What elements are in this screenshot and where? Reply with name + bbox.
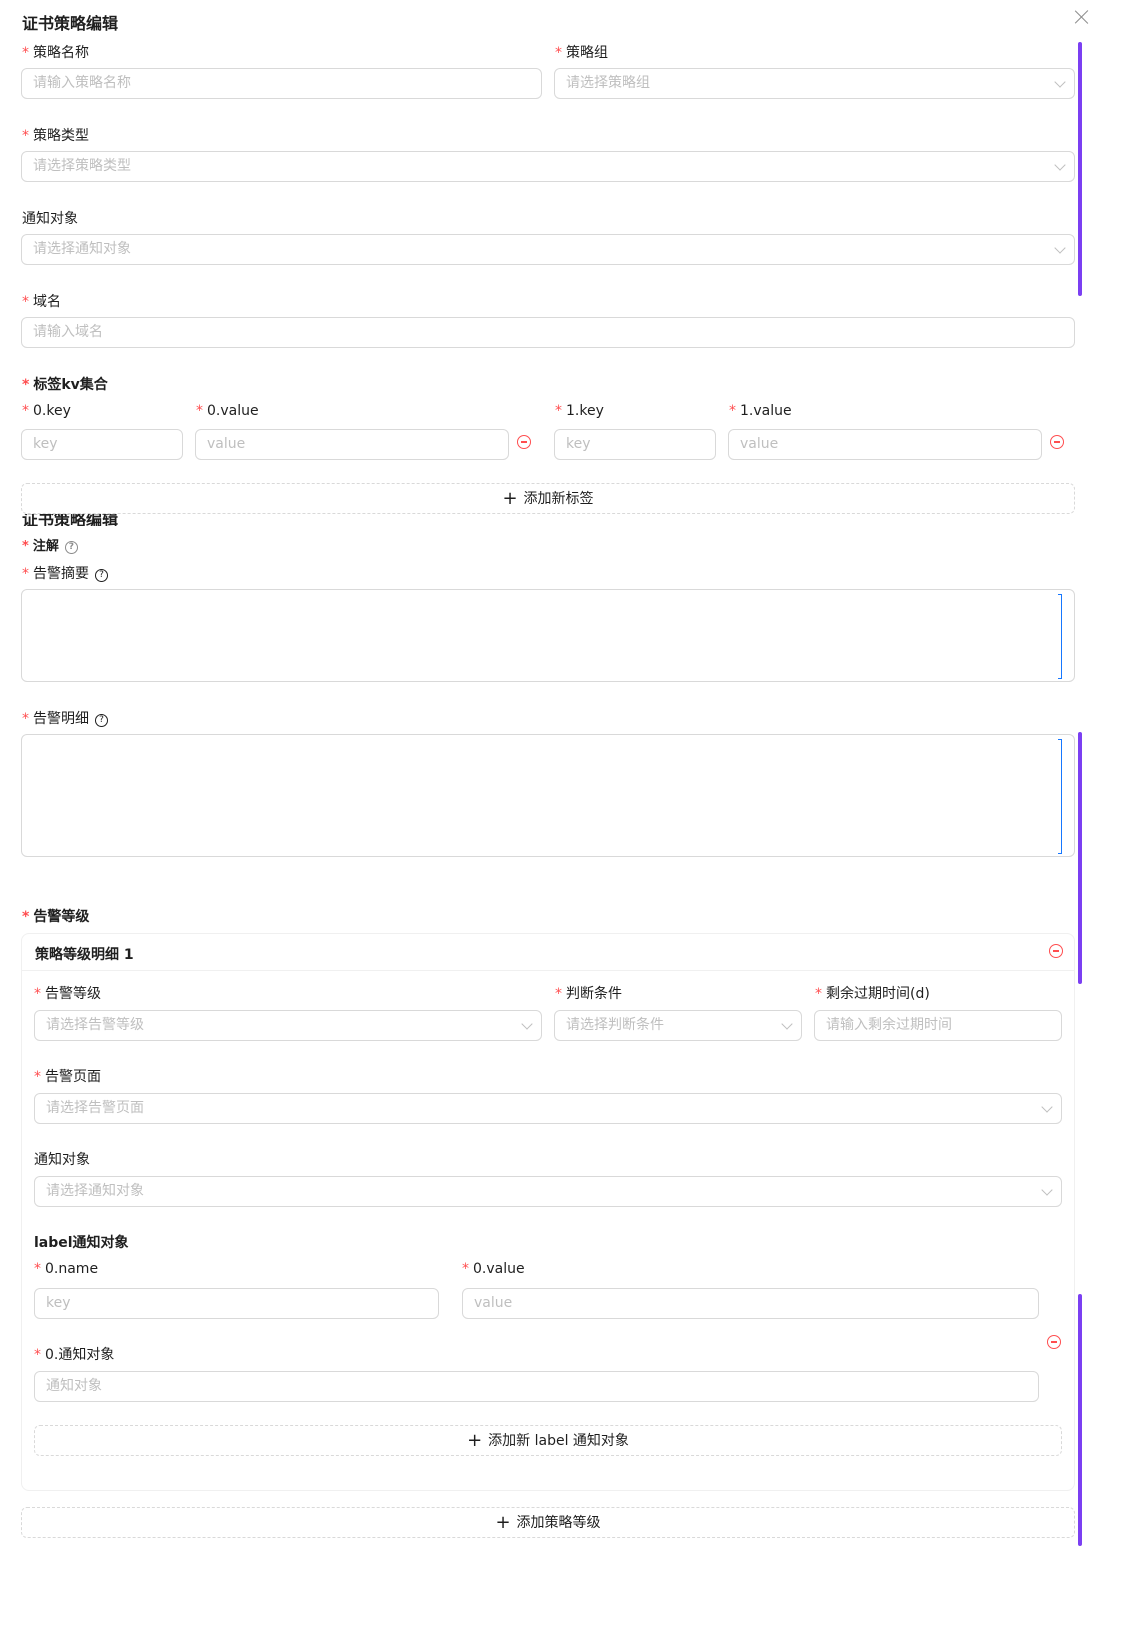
dialog-title: 证书策略编辑 bbox=[22, 14, 119, 33]
ghost-title: 证书策略编辑 bbox=[22, 514, 119, 526]
domain-input[interactable]: 请输入域名 bbox=[21, 317, 1075, 348]
question-icon[interactable]: ? bbox=[95, 569, 108, 582]
chevron-down-icon bbox=[521, 1018, 533, 1030]
add-label-notify-button[interactable]: + 添加新 label 通知对象 bbox=[34, 1425, 1062, 1456]
kv-1-value-label: * 1.value bbox=[729, 403, 792, 419]
remove-kv-0-icon[interactable] bbox=[517, 435, 531, 449]
kv-0-value-label: * 0.value bbox=[196, 403, 259, 419]
annotations-label: * 注解? bbox=[22, 535, 78, 554]
notify-target-select[interactable]: 请选择通知对象 bbox=[21, 234, 1075, 265]
plus-icon: + bbox=[467, 1430, 483, 1451]
remove-level-icon[interactable] bbox=[1049, 944, 1063, 958]
domain-label: * 域名 bbox=[22, 294, 61, 310]
kv-1-key-label: * 1.key bbox=[555, 403, 604, 419]
alert-level-label: * 告警等级 bbox=[34, 986, 101, 1002]
kv-0-key-input[interactable]: key bbox=[21, 429, 183, 460]
alert-page-select[interactable]: 请选择告警页面 bbox=[34, 1093, 1062, 1124]
strategy-name-label: * 策略名称 bbox=[22, 45, 89, 61]
strategy-type-select[interactable]: 请选择策略类型 bbox=[21, 151, 1075, 182]
level-card-title: 策略等级明细 1 bbox=[35, 947, 134, 963]
label-notify-value-input[interactable]: value bbox=[462, 1288, 1039, 1319]
text-cursor bbox=[1058, 739, 1062, 854]
alert-summary-label: * 告警摘要? bbox=[22, 563, 108, 583]
remove-label-notify-icon[interactable] bbox=[1047, 1335, 1061, 1349]
label-notify-title: label通知对象 bbox=[34, 1235, 129, 1251]
question-icon: ? bbox=[64, 541, 78, 554]
chevron-down-icon bbox=[1041, 1184, 1053, 1196]
alert-summary-textarea[interactable] bbox=[21, 589, 1075, 682]
plus-icon: + bbox=[495, 1512, 511, 1533]
alert-detail-textarea[interactable] bbox=[21, 734, 1075, 857]
scrollbar-top[interactable] bbox=[1078, 42, 1082, 296]
strategy-type-label: * 策略类型 bbox=[22, 128, 89, 144]
strategy-group-select[interactable]: 请选择策略组 bbox=[554, 68, 1075, 99]
kv-1-value-input[interactable]: value bbox=[728, 429, 1042, 460]
label-kv-title: * 标签kv集合 bbox=[22, 377, 108, 393]
alert-page-label: * 告警页面 bbox=[34, 1069, 101, 1085]
strategy-group-label: * 策略组 bbox=[555, 45, 608, 61]
kv-1-key-input[interactable]: key bbox=[554, 429, 716, 460]
plus-icon: + bbox=[502, 488, 518, 509]
label-notify-value-label: * 0.value bbox=[462, 1261, 525, 1277]
level-notify-select[interactable]: 请选择通知对象 bbox=[34, 1176, 1062, 1207]
close-icon[interactable] bbox=[1075, 10, 1089, 24]
chevron-down-icon bbox=[781, 1018, 793, 1030]
alert-level-select[interactable]: 请选择告警等级 bbox=[34, 1010, 542, 1041]
scrollbar-bottom[interactable] bbox=[1078, 1294, 1082, 1546]
label-notify-target-input[interactable]: 通知对象 bbox=[34, 1371, 1039, 1402]
remaining-time-label: * 剩余过期时间(d) bbox=[815, 986, 930, 1002]
kv-0-key-label: * 0.key bbox=[22, 403, 71, 419]
kv-0-value-input[interactable]: value bbox=[195, 429, 509, 460]
alert-levels-title: * 告警等级 bbox=[22, 909, 90, 925]
alert-detail-label: * 告警明细? bbox=[22, 708, 108, 728]
strategy-name-input[interactable]: 请输入策略名称 bbox=[21, 68, 542, 99]
condition-label: * 判断条件 bbox=[555, 986, 622, 1002]
chevron-down-icon bbox=[1054, 76, 1066, 88]
question-icon[interactable]: ? bbox=[95, 714, 108, 727]
add-label-button[interactable]: + 添加新标签 bbox=[21, 483, 1075, 514]
remaining-time-input[interactable]: 请输入剩余过期时间 bbox=[814, 1010, 1062, 1041]
level-card-header: 策略等级明细 1 bbox=[22, 934, 1074, 971]
scrollbar-middle[interactable] bbox=[1078, 732, 1082, 984]
chevron-down-icon bbox=[1054, 159, 1066, 171]
add-level-button[interactable]: + 添加策略等级 bbox=[21, 1507, 1075, 1538]
remove-kv-1-icon[interactable] bbox=[1050, 435, 1064, 449]
notify-target-label: 通知对象 bbox=[22, 211, 78, 227]
text-cursor bbox=[1058, 594, 1062, 679]
label-notify-name-input[interactable]: key bbox=[34, 1288, 439, 1319]
label-notify-target-label: * 0.通知对象 bbox=[34, 1347, 115, 1363]
level-notify-label: 通知对象 bbox=[34, 1152, 90, 1168]
label-notify-name-label: * 0.name bbox=[34, 1261, 99, 1277]
chevron-down-icon bbox=[1041, 1101, 1053, 1113]
condition-select[interactable]: 请选择判断条件 bbox=[554, 1010, 802, 1041]
chevron-down-icon bbox=[1054, 242, 1066, 254]
